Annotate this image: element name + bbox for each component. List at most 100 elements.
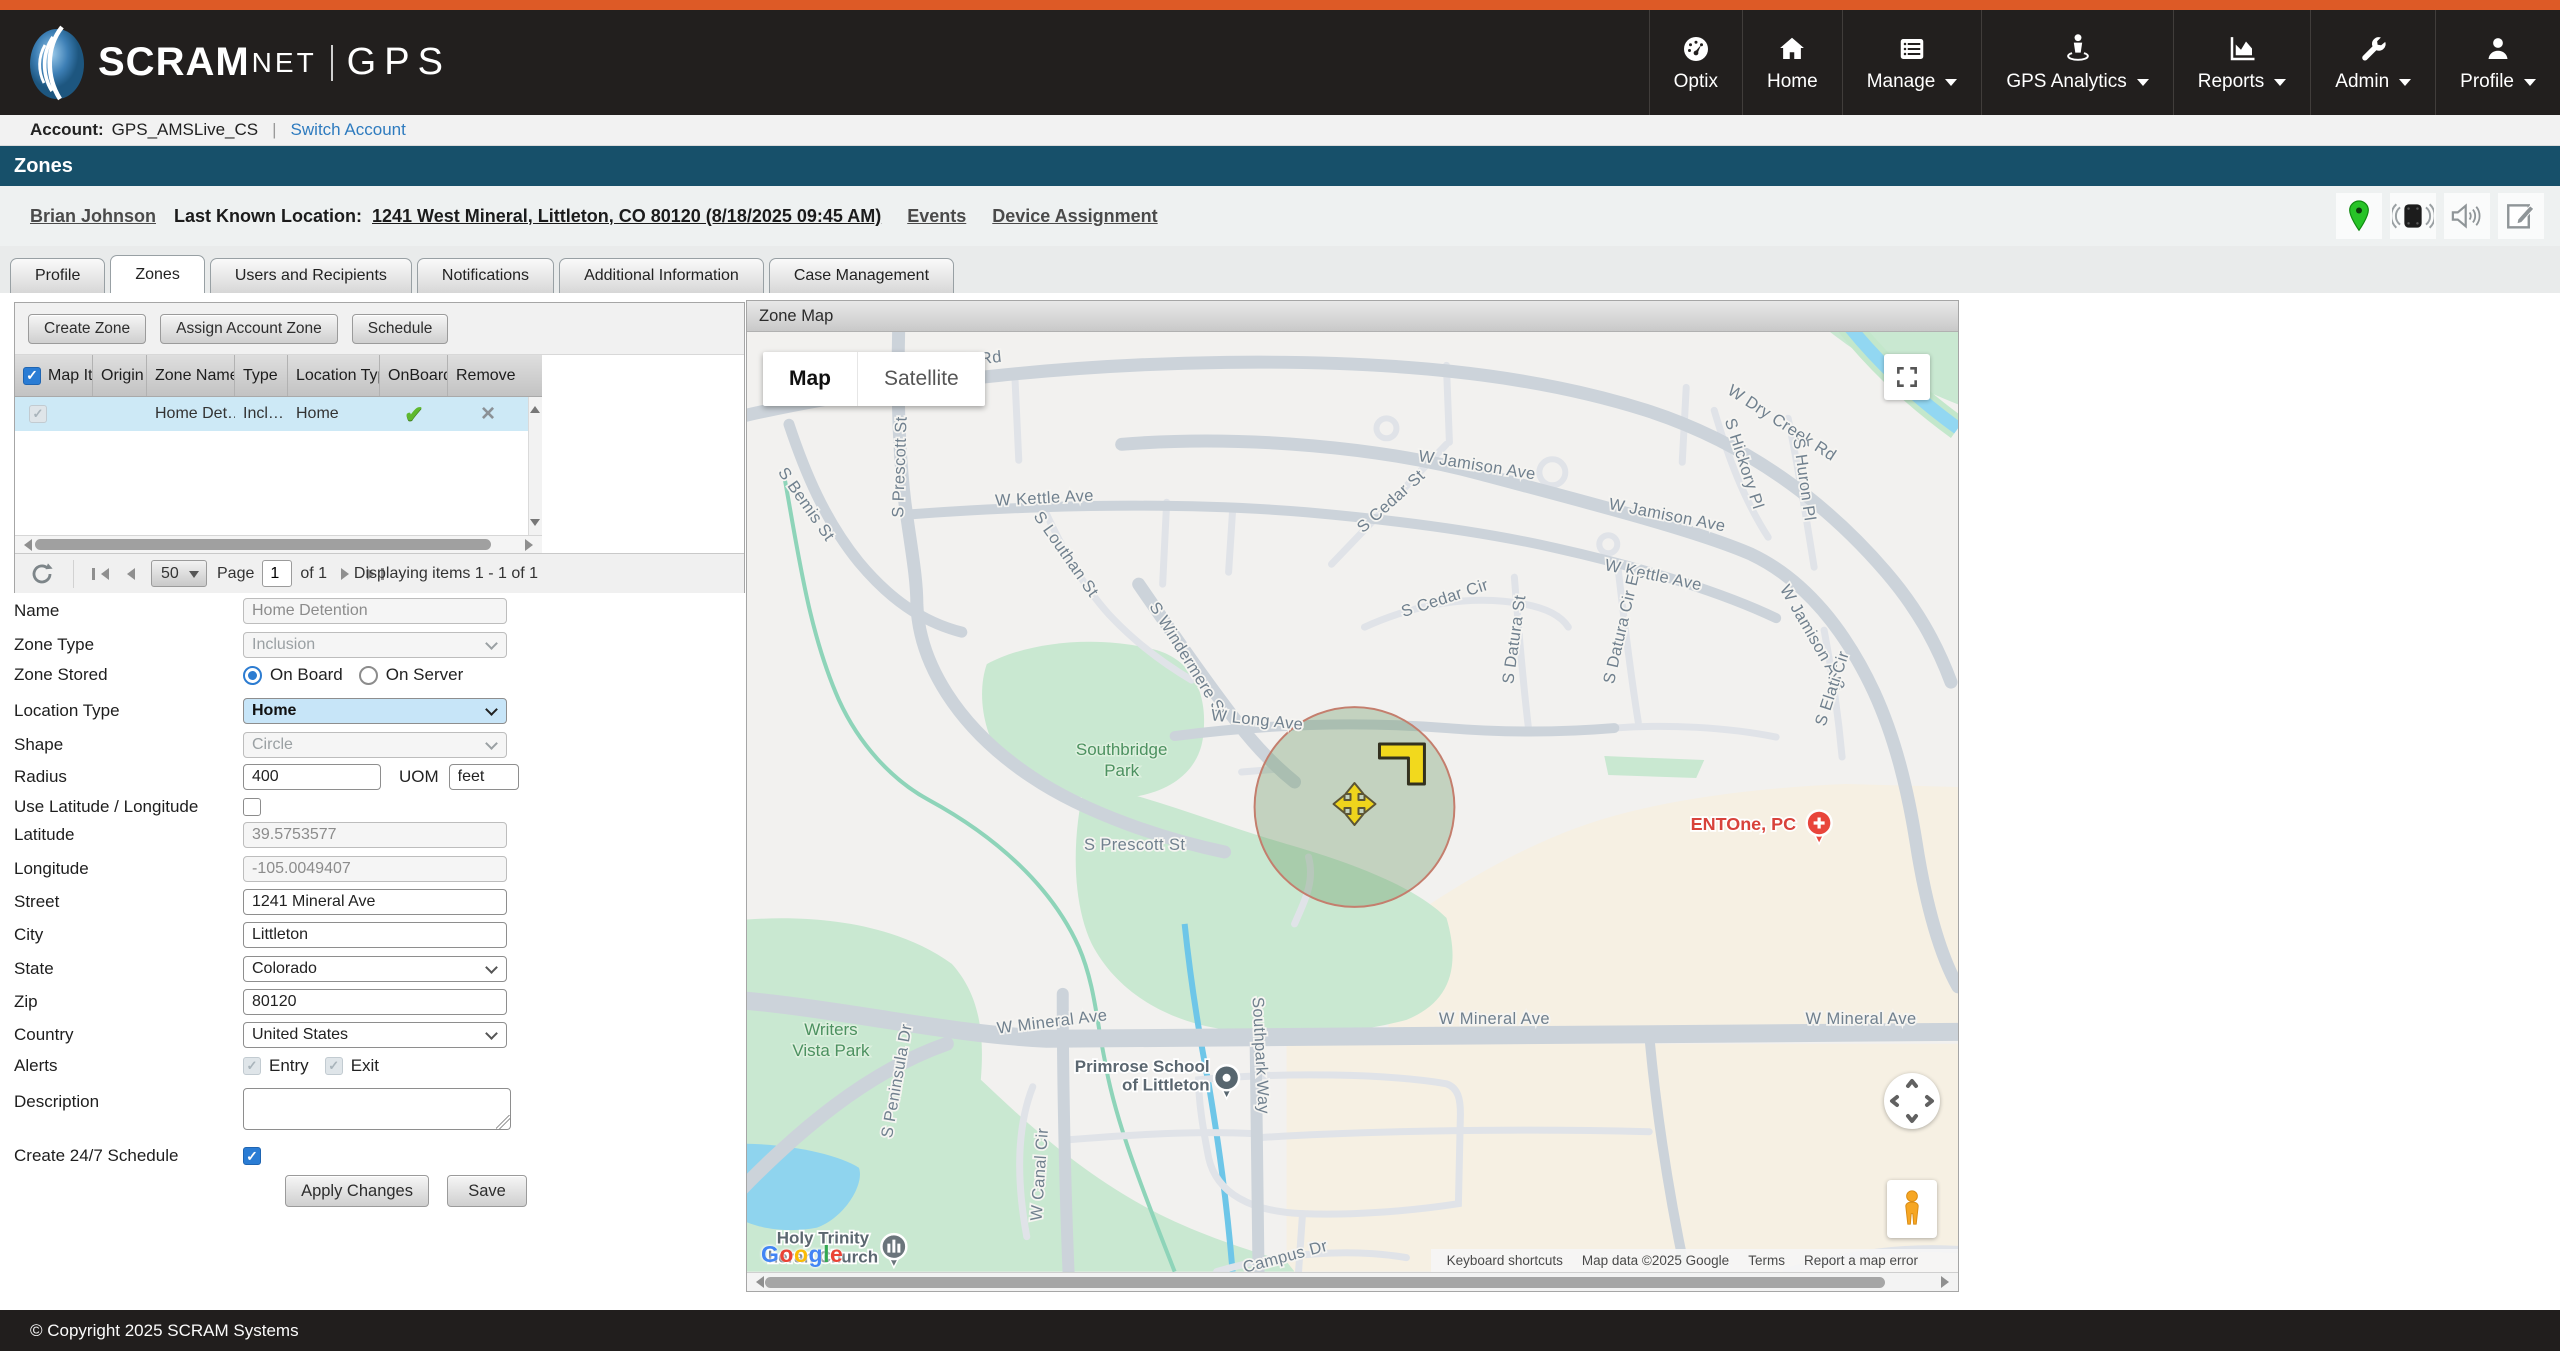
col-map-it[interactable]: ✓ Map It [15, 355, 93, 396]
chevron-down-icon [2136, 78, 2149, 92]
location-type-select[interactable]: Home [243, 698, 507, 724]
city-field[interactable] [243, 922, 507, 948]
street-label: W Mineral Ave [1806, 1010, 1917, 1028]
speaker-icon[interactable] [2444, 193, 2490, 239]
apply-changes-button[interactable]: Apply Changes [285, 1175, 429, 1207]
prev-page-button[interactable] [121, 567, 135, 580]
nav-item-reports[interactable]: Reports [2172, 10, 2311, 115]
scrollbar-thumb[interactable] [765, 1277, 1885, 1288]
create-zone-button[interactable]: Create Zone [28, 313, 147, 344]
scroll-up-icon[interactable] [530, 401, 540, 413]
map-type-satellite-button[interactable]: Satellite [858, 352, 985, 406]
last-known-location-link[interactable]: 1241 West Mineral, Littleton, CO 80120 (… [372, 206, 881, 227]
schedule-checkbox[interactable]: ✓ [243, 1147, 261, 1165]
google-map[interactable]: W Dry Creek RdW Dry Creek RdW Jamison Av… [747, 332, 1958, 1272]
uom-field[interactable] [448, 764, 519, 790]
city-label: City [14, 925, 44, 944]
map-pin-icon[interactable] [2336, 193, 2382, 239]
nav-item-admin[interactable]: Admin [2310, 10, 2435, 115]
zone-type-select: Inclusion [243, 632, 507, 658]
device-assignment-link[interactable]: Device Assignment [992, 206, 1157, 227]
description-field[interactable] [243, 1088, 511, 1130]
pegman-icon[interactable] [1887, 1180, 1937, 1238]
map-type-map-button[interactable]: Map [763, 352, 857, 406]
tab-additional-information[interactable]: Additional Information [559, 258, 764, 293]
radius-field[interactable] [243, 764, 381, 790]
refresh-icon[interactable] [29, 561, 55, 587]
nav-item-optix[interactable]: Optix [1648, 10, 1742, 115]
scroll-left-icon[interactable] [750, 1276, 764, 1288]
tab-notifications[interactable]: Notifications [416, 258, 555, 293]
client-bar: Brian Johnson Last Known Location: 1241 … [0, 186, 2560, 246]
device-signal-icon[interactable] [2390, 193, 2436, 239]
page-size-dropdown[interactable]: 50 [151, 560, 207, 587]
park-label: Southbridge [1076, 740, 1168, 759]
on-board-label: On Board [270, 665, 343, 684]
col-origin[interactable]: Origin [93, 355, 147, 396]
col-onboard[interactable]: OnBoard [380, 355, 448, 396]
notes-icon[interactable] [2498, 193, 2544, 239]
attribution-keyboard-shortcuts[interactable]: Keyboard shortcuts [1447, 1253, 1563, 1268]
on-server-radio[interactable] [358, 665, 378, 685]
form-buttons: Apply Changes Save [14, 1175, 527, 1207]
nav-item-home[interactable]: Home [1742, 10, 1842, 115]
scroll-right-icon[interactable] [1941, 1276, 1955, 1288]
tab-strip: Profile Zones Users and Recipients Notifica… [0, 246, 2560, 293]
attribution-map-data-2025-google[interactable]: Map data ©2025 Google [1582, 1253, 1729, 1268]
map-horizontal-scrollbar[interactable] [747, 1272, 1958, 1291]
page-number-input[interactable] [262, 560, 293, 587]
use-lat-long-checkbox[interactable] [243, 798, 261, 816]
nav-item-gps-analytics[interactable]: GPS Analytics [1981, 10, 2172, 115]
schedule-button[interactable]: Schedule [351, 313, 449, 344]
poi-label: of Littleton [1122, 1076, 1210, 1095]
state-select[interactable]: Colorado [243, 956, 507, 982]
first-page-button[interactable] [92, 567, 109, 580]
zip-field[interactable] [243, 989, 507, 1015]
country-label: Country [14, 1025, 74, 1044]
table-horizontal-scrollbar[interactable] [15, 535, 542, 553]
tab-profile[interactable]: Profile [10, 258, 106, 293]
on-board-radio[interactable] [243, 665, 262, 685]
fullscreen-icon[interactable] [1884, 354, 1930, 400]
events-link[interactable]: Events [907, 206, 966, 227]
attribution-terms[interactable]: Terms [1748, 1253, 1785, 1268]
name-label: Name [14, 601, 60, 620]
zip-label: Zip [14, 992, 38, 1011]
entry-label: Entry [269, 1056, 309, 1075]
attribution-report-a-map-error[interactable]: Report a map error [1804, 1253, 1918, 1268]
scroll-right-icon[interactable] [525, 539, 539, 551]
row-map-it-cell[interactable]: ✓ [15, 397, 93, 431]
tab-case-management[interactable]: Case Management [768, 258, 955, 293]
country-select[interactable]: United States [243, 1022, 507, 1048]
shape-select: Circle [243, 732, 507, 758]
switch-account-link[interactable]: Switch Account [291, 120, 406, 140]
latitude-label: Latitude [14, 825, 75, 844]
street-field[interactable] [243, 889, 507, 915]
col-zone-name[interactable]: Zone Name [147, 355, 235, 396]
tab-users-and-recipients[interactable]: Users and Recipients [209, 258, 412, 293]
zone-toolbar: Create Zone Assign Account Zone Schedule [15, 303, 744, 355]
col-location-type[interactable]: Location Type [288, 355, 380, 396]
google-logo[interactable]: Google [761, 1241, 843, 1268]
col-type[interactable]: Type [235, 355, 288, 396]
scroll-down-icon[interactable] [530, 519, 540, 531]
brand-scram: SCRAM [98, 40, 250, 84]
table-vertical-scrollbar[interactable] [528, 397, 542, 535]
assign-account-zone-button[interactable]: Assign Account Zone [160, 313, 338, 344]
nav-item-manage[interactable]: Manage [1841, 10, 1982, 115]
table-row[interactable]: ✓ Home Det… Incl… Home ✔ × [15, 397, 542, 431]
chevron-down-icon [1945, 78, 1958, 92]
save-button[interactable]: Save [447, 1175, 527, 1207]
remove-x-icon[interactable]: × [448, 397, 528, 431]
scroll-left-icon[interactable] [18, 539, 32, 551]
client-name-link[interactable]: Brian Johnson [30, 206, 156, 227]
scrollbar-thumb[interactable] [35, 539, 491, 550]
on-server-label: On Server [385, 665, 464, 684]
select-all-checkbox[interactable]: ✓ [23, 366, 41, 385]
footer-copyright: © Copyright 2025 SCRAM Systems [0, 1310, 2560, 1351]
map-canvas: W Dry Creek RdW Dry Creek RdW Jamison Av… [747, 332, 1958, 1272]
col-remove[interactable]: Remove [448, 355, 542, 396]
pan-control[interactable] [1884, 1073, 1940, 1129]
tab-zones[interactable]: Zones [110, 255, 205, 293]
nav-item-profile[interactable]: Profile [2435, 10, 2560, 115]
